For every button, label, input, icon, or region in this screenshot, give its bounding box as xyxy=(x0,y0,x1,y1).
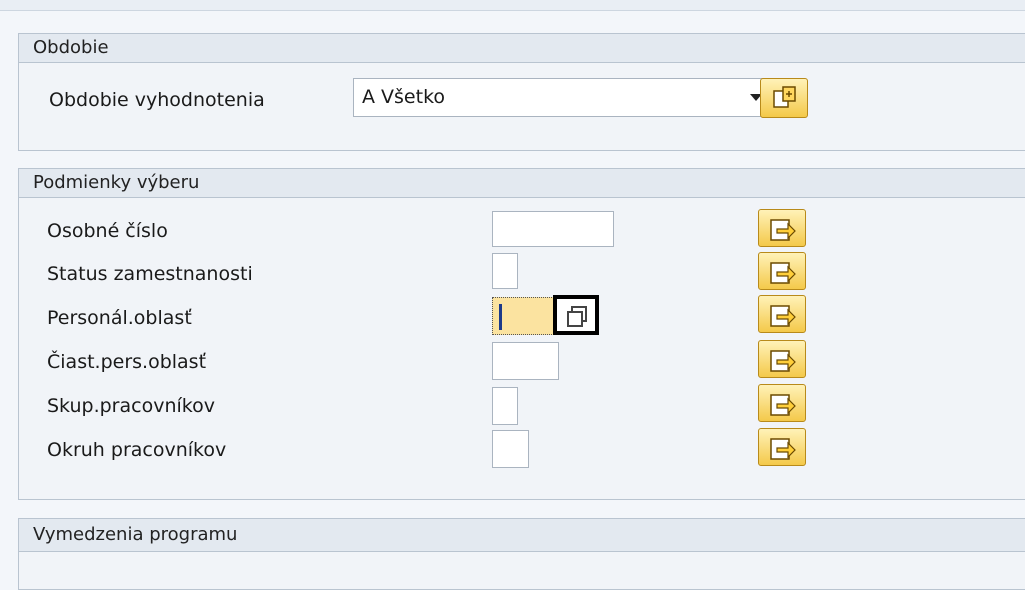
multiple-selection-arrow-icon xyxy=(770,350,796,372)
program-delimitations-group: Vymedzenia programu xyxy=(18,518,1025,590)
multiple-selection-button-employee-subgroup[interactable] xyxy=(758,428,806,466)
multiple-selection-button-personnel-number[interactable] xyxy=(758,209,806,247)
multiple-selection-button-employee-group[interactable] xyxy=(758,384,806,422)
employee-subgroup-input[interactable] xyxy=(492,430,529,468)
field-label-personnel-number: Osobné číslo xyxy=(47,220,168,242)
text-cursor xyxy=(499,304,502,330)
field-label-personnel-area: Personál.oblasť xyxy=(47,307,192,329)
multiple-selection-arrow-icon xyxy=(770,262,796,284)
multiple-selection-icon xyxy=(773,86,796,108)
employment-status-input[interactable] xyxy=(492,253,518,289)
personnel-subarea-input[interactable] xyxy=(492,342,559,380)
multiple-selection-button-personnel-subarea[interactable] xyxy=(758,340,806,378)
field-label-employee-subgroup: Okruh pracovníkov xyxy=(47,439,227,461)
personnel-area-input[interactable] xyxy=(492,297,554,335)
personnel-number-input[interactable] xyxy=(492,211,614,247)
multiple-selection-arrow-icon xyxy=(770,394,796,416)
period-detail-button[interactable] xyxy=(760,78,808,118)
toolbar-strip xyxy=(0,0,1025,11)
multiple-selection-button-personnel-area[interactable] xyxy=(758,295,806,333)
field-label-employment-status: Status zamestnanosti xyxy=(47,263,253,285)
period-group: Obdobie Obdobie vyhodnotenia A Všetko xyxy=(18,33,1025,151)
field-label-personnel-subarea: Čiast.pers.oblasť xyxy=(47,351,207,373)
period-label: Obdobie vyhodnotenia xyxy=(49,89,265,111)
multiple-selection-button-employment-status[interactable] xyxy=(758,252,806,290)
multiple-selection-arrow-icon xyxy=(770,438,796,460)
multiple-selection-arrow-icon xyxy=(770,305,796,327)
program-delimitations-title: Vymedzenia programu xyxy=(19,519,1025,552)
period-dropdown[interactable]: A Všetko xyxy=(353,78,771,117)
field-label-employee-group: Skup.pracovníkov xyxy=(47,395,215,417)
multiple-selection-arrow-icon xyxy=(770,219,796,241)
selection-conditions-group: Podmienky výberu Osobné číslo Status zam… xyxy=(18,168,1025,500)
value-help-button[interactable] xyxy=(553,295,599,335)
period-dropdown-value: A Všetko xyxy=(362,86,446,108)
employee-group-input[interactable] xyxy=(492,387,518,425)
period-group-title: Obdobie xyxy=(19,34,1025,63)
selection-conditions-title: Podmienky výberu xyxy=(19,169,1025,198)
